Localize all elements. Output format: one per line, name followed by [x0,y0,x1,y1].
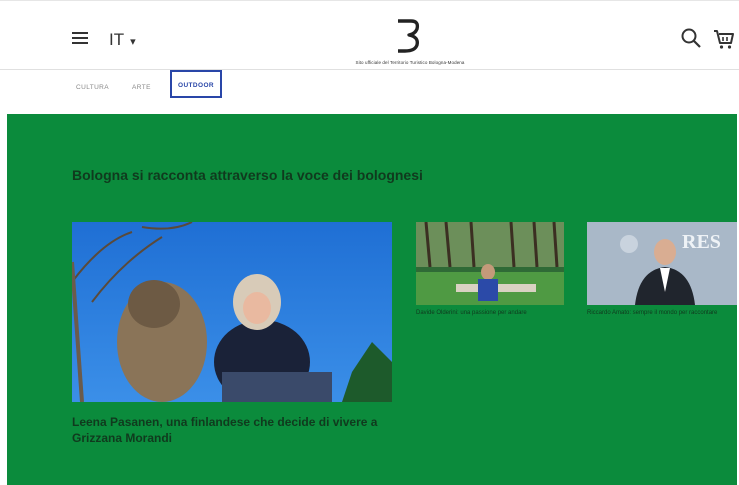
story-image-man-bench [416,222,564,305]
search-icon[interactable] [680,27,702,49]
tab-arte[interactable]: ARTE [132,80,151,96]
tab-cultura[interactable]: CULTURA [76,80,109,96]
hamburger-icon[interactable] [72,32,94,46]
top-bar: IT ▾ Sito ufficiale del Territorio Turis… [0,0,739,70]
site-tagline: Sito ufficiale del Territorio Turistico … [355,60,465,65]
story-title: Riccardo Amato: sempre il mondo per racc… [587,310,718,316]
language-selector[interactable]: IT ▾ [109,30,136,50]
cart-icon[interactable] [712,27,736,51]
section-title: Bologna si racconta attraverso la voce d… [72,167,423,183]
story-card[interactable]: RES Riccardo Amato: sempre il mondo per … [587,222,737,317]
story-card[interactable]: Davide Olderini: una passione per andare [416,222,564,317]
story-image-man-suit: RES [587,222,737,305]
story-image-dog-woman [72,222,392,402]
story-title: Davide Olderini: una passione per andare [416,310,527,316]
category-tabs: CULTURA ARTE OUTDOOR [0,70,739,114]
chevron-down-icon: ▾ [130,35,136,48]
tab-outdoor[interactable]: OUTDOOR [170,70,223,98]
story-title: Leena Pasanen, una finlandese che decide… [72,415,378,445]
svg-text:RES: RES [682,231,721,253]
language-label: IT [109,30,125,49]
story-card[interactable]: Leena Pasanen, una finlandese che decide… [72,222,392,446]
brand-logo[interactable] [395,19,421,53]
